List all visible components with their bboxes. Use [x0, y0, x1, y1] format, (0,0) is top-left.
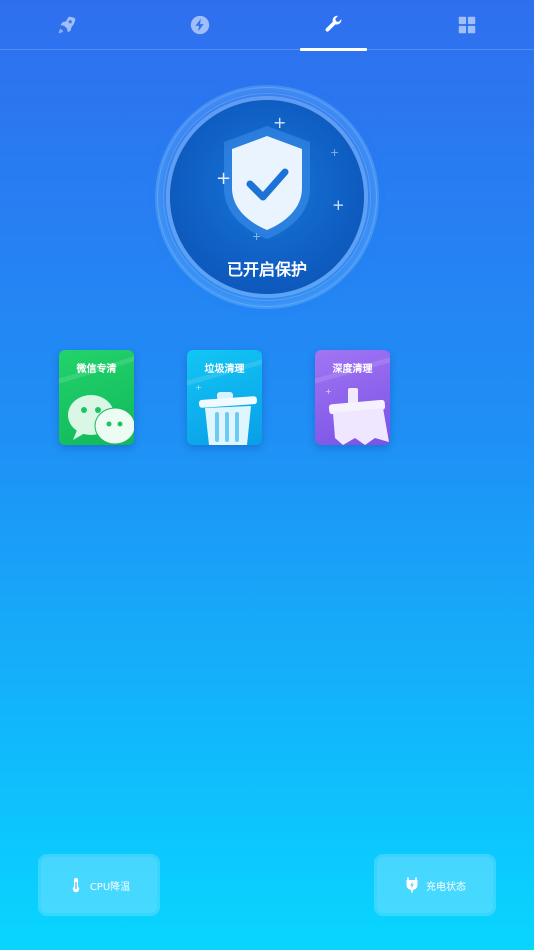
thermometer-icon	[72, 878, 80, 893]
shield-disc: + + + + + 已开启保护	[170, 100, 364, 294]
tab-more[interactable]	[401, 0, 534, 50]
charger-plug-icon	[406, 877, 418, 893]
rocket-icon	[58, 16, 75, 34]
tab-rocket[interactable]	[0, 0, 134, 50]
grid-icon	[459, 16, 476, 34]
wechat-clean-card[interactable]: 微信专清	[59, 350, 134, 445]
wechat-clean-label: 微信专清	[76, 364, 117, 375]
charge-status-button[interactable]: 充电状态	[377, 857, 493, 913]
cpu-cool-label: CPU降温	[89, 881, 131, 893]
deep-clean-card[interactable]: + 深度清理	[315, 350, 390, 445]
svg-text:+: +	[216, 168, 231, 189]
lightning-icon	[191, 15, 210, 35]
tab-tools[interactable]	[267, 0, 401, 51]
tool-cards: 微信专清 + 垃圾清理 + 深度清理	[59, 350, 390, 445]
svg-text:+: +	[325, 387, 332, 396]
top-tab-bar	[0, 0, 534, 51]
svg-text:+: +	[273, 113, 286, 132]
cpu-cool-button[interactable]: CPU降温	[41, 857, 157, 913]
deep-clean-label: 深度清理	[332, 364, 373, 375]
junk-clean-label: 垃圾清理	[204, 364, 245, 375]
svg-text:+: +	[330, 146, 339, 159]
svg-text:+: +	[195, 383, 202, 392]
protection-status-text: 已开启保护	[226, 260, 307, 279]
junk-clean-card[interactable]: + 垃圾清理	[187, 350, 262, 445]
wrench-icon	[325, 15, 342, 32]
charge-status-label: 充电状态	[426, 881, 466, 893]
protection-status-widget[interactable]: + + + + + 已开启保护	[155, 85, 379, 309]
svg-text:+: +	[252, 230, 261, 243]
tab-boost[interactable]	[134, 0, 268, 50]
svg-text:+: +	[332, 196, 345, 214]
